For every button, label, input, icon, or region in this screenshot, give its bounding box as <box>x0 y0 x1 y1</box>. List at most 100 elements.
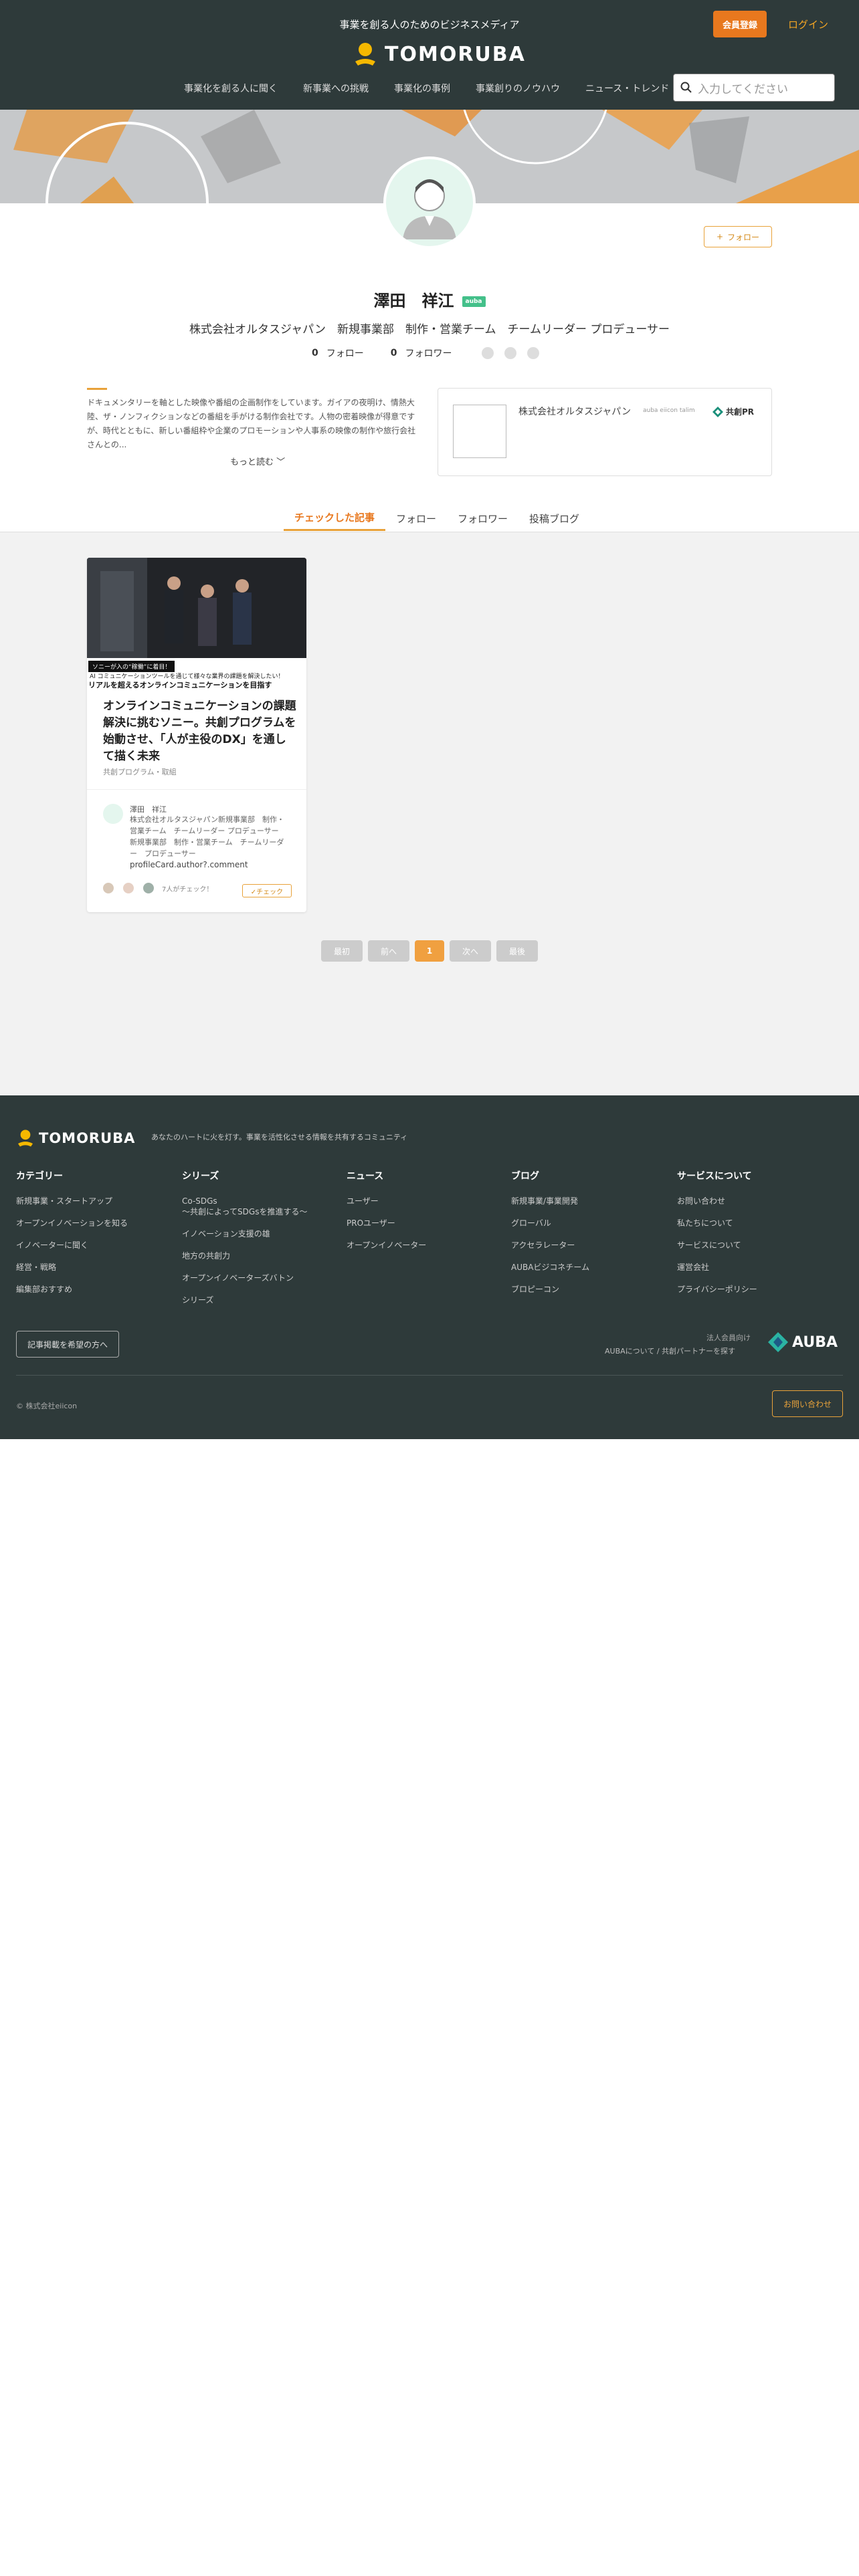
footer-logo-text: TOMORUBA <box>39 1130 136 1146</box>
footer-link[interactable]: 編集部おすすめ <box>16 1284 128 1295</box>
footer-link[interactable]: 運営会社 <box>677 1262 757 1273</box>
page-current[interactable]: 1 <box>415 940 444 962</box>
corporate-label: 法人会員向け <box>706 1333 751 1342</box>
kyoso-pr-icon <box>712 406 723 417</box>
footer-link[interactable]: ブロピーコン <box>511 1284 589 1295</box>
article-title[interactable]: オンラインコミュニケーションの課題解決に挑むソニー。共創プログラムを始動させ、「… <box>103 698 297 765</box>
footer-link[interactable]: プライバシーポリシー <box>677 1284 757 1295</box>
profile-avatar <box>383 156 476 249</box>
footer-link[interactable]: シリーズ <box>182 1295 307 1305</box>
footer-link[interactable]: イノベーション支援の雄 <box>182 1228 307 1239</box>
tab-followers[interactable]: フォロワー <box>447 506 518 531</box>
follow-count: 0 <box>312 348 318 358</box>
auba-about-link[interactable]: AUBAについて / 共創パートナーを探す <box>605 1346 735 1356</box>
nav-item[interactable]: 事業化の事例 <box>394 82 450 95</box>
footer-col-series: シリーズ Co-SDGs 〜共創によってSDGsを推進する〜 イノベーション支援… <box>182 1169 307 1317</box>
page-first[interactable]: 最初 <box>321 940 363 962</box>
footer-slogan: あなたのハートに火を灯す。事業を活性化させる情報を共有するコミュニティ <box>151 1133 408 1142</box>
kyoso-pr-label: 共創PR <box>726 407 755 417</box>
tomoruba-logo-icon <box>17 1130 33 1147</box>
footer-link[interactable]: オープンイノベーター <box>347 1240 426 1251</box>
footer-link[interactable]: 地方の共創力 <box>182 1251 307 1261</box>
post-request-button[interactable]: 記事掲載を希望の方へ <box>16 1331 119 1358</box>
tab-blog[interactable]: 投稿ブログ <box>518 506 590 531</box>
footer-link[interactable]: イノベーターに聞く <box>16 1240 128 1251</box>
footer-link[interactable]: グローバル <box>511 1218 589 1228</box>
footer-link[interactable]: お問い合わせ <box>677 1196 757 1206</box>
footer-col-title: ブログ <box>511 1171 539 1182</box>
article-photo <box>87 558 306 658</box>
profile-name: 澤田 祥江 <box>373 292 454 310</box>
company-logo-placeholder <box>453 405 506 458</box>
logo-text: TOMORUBA <box>385 42 526 66</box>
profile-affiliation: 株式会社オルタスジャパン 新規事業部 制作・営業チーム チームリーダー プロデュ… <box>189 323 670 336</box>
auba-logo[interactable]: AUBA <box>768 1332 838 1352</box>
auba-logo-icon <box>768 1332 788 1352</box>
nav-item[interactable]: 事業創りのノウハウ <box>476 82 560 95</box>
footer-link[interactable]: アクセラレーター <box>511 1240 589 1251</box>
link-icon[interactable] <box>527 347 539 359</box>
footer-link[interactable]: サービスについて <box>677 1240 757 1251</box>
article-image-headline: リアルを超えるオンラインコミュニケーションを目指す <box>88 681 272 689</box>
contact-button[interactable]: お問い合わせ <box>772 1390 843 1417</box>
footer-link[interactable]: 私たちについて <box>677 1218 757 1228</box>
footer-logo[interactable]: TOMORUBA <box>16 1129 135 1148</box>
nav-item[interactable]: ニュース・トレンド <box>585 82 669 95</box>
profile-stats: 0 フォロー 0 フォロワー <box>312 346 539 360</box>
footer-link[interactable]: AUBAビジコネチーム <box>511 1262 589 1273</box>
profile-bio: ドキュメンタリーを軸とした映像や番組の企画制作をしています。ガイアの夜明け、情熱… <box>87 398 416 449</box>
footer-col-title: サービスについて <box>677 1171 752 1182</box>
page-next[interactable]: 次へ <box>450 940 491 962</box>
site-header: 事業を創る人のためのビジネスメディア TOMORUBA 会員登録 ログイン 事業… <box>0 0 859 110</box>
facebook-icon[interactable] <box>481 347 494 359</box>
copyright: © 株式会社eiicon <box>16 1402 78 1410</box>
footer-col-title: カテゴリー <box>16 1171 63 1182</box>
footer-link[interactable]: オープンイノベーターズバトン <box>182 1273 307 1283</box>
footer-link[interactable]: 新規事業・スタートアップ <box>16 1196 128 1206</box>
page-last[interactable]: 最後 <box>496 940 538 962</box>
register-button[interactable]: 会員登録 <box>713 11 767 37</box>
article-image-tag: ソニーが入の“稼働”に着目！ <box>88 661 175 672</box>
read-more-label: もっと読む <box>230 457 274 467</box>
site-logo[interactable]: TOMORUBA <box>353 41 526 67</box>
search-placeholder: 入力してください <box>698 82 788 96</box>
bio-accent-bar <box>87 388 107 390</box>
user-avatar <box>102 881 115 895</box>
tab-checked-articles[interactable]: チェックした記事 <box>284 506 386 531</box>
company-side-text: auba eiicon ​talim <box>643 407 695 414</box>
footer-link[interactable]: ユーザー <box>347 1196 426 1206</box>
footer-col-news: ニュース ユーザー PROユーザー オープンイノベーター <box>347 1169 426 1262</box>
kyoso-pr-badge: 共創PR <box>712 406 754 417</box>
article-category[interactable]: 共創プログラム・取組 <box>103 766 177 777</box>
read-more-button[interactable]: もっと読む ﹀ <box>230 455 285 467</box>
follow-button[interactable]: + フォロー <box>704 226 772 247</box>
search-input[interactable]: 入力してください <box>673 74 835 102</box>
author-affiliation: 株式会社オルタスジャパン新規事業部 制作・営業チーム チームリーダー プロデュー… <box>130 815 286 858</box>
nav-item[interactable]: 新事業への挑戦 <box>303 82 369 95</box>
twitter-icon[interactable] <box>504 347 516 359</box>
user-avatar <box>122 881 135 895</box>
article-thumbnail <box>87 558 306 658</box>
social-links <box>481 347 539 359</box>
footer-col-category: カテゴリー 新規事業・スタートアップ オープンイノベーションを知る イノベーター… <box>16 1169 128 1306</box>
footer-link[interactable]: Co-SDGs 〜共創によってSDGsを推進する〜 <box>182 1196 307 1217</box>
page-prev[interactable]: 前へ <box>368 940 409 962</box>
footer-link[interactable]: 新規事業/事業開発 <box>511 1196 589 1206</box>
tab-follow[interactable]: フォロー <box>385 506 447 531</box>
footer-link[interactable]: オープンイノベーションを知る <box>16 1218 128 1228</box>
footer-link[interactable]: 経営・戦略 <box>16 1262 128 1273</box>
company-name: 株式会社オルタスジャパン <box>518 407 631 417</box>
login-link[interactable]: ログイン <box>781 11 835 37</box>
follower-stat-label[interactable]: フォロワー <box>405 346 452 360</box>
company-card[interactable]: 株式会社オルタスジャパン auba eiicon ​talim 共創PR <box>438 388 772 476</box>
site-footer: TOMORUBA あなたのハートに火を灯す。事業を活性化させる情報を共有するコミ… <box>0 1095 859 1439</box>
article-card[interactable]: ソニーが入の“稼働”に着目！ AI コミュニケーションツールを通じて様々な業界の… <box>87 558 306 912</box>
check-button[interactable]: ✓チェック <box>242 884 292 897</box>
auba-logo-text: AUBA <box>792 1333 838 1351</box>
footer-col-title: シリーズ <box>182 1171 219 1182</box>
follow-stat-label[interactable]: フォロー <box>326 346 364 360</box>
profile-name-row: 澤田 祥江 auba <box>0 288 859 311</box>
nav-item[interactable]: 事業化を創る人に聞く <box>184 82 278 95</box>
search-icon <box>680 82 692 93</box>
footer-link[interactable]: PROユーザー <box>347 1218 426 1228</box>
